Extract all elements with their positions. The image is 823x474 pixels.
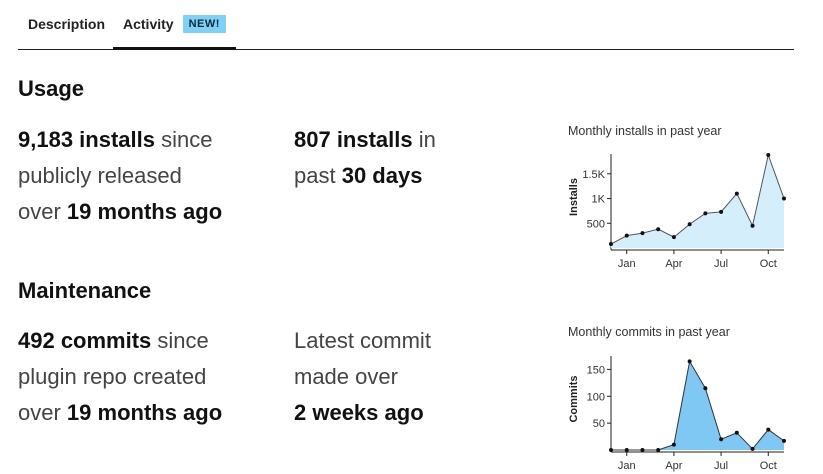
commits-chart-title: Monthly commits in past year (568, 325, 730, 339)
maintenance-since-text: since (157, 328, 209, 353)
y-tick-label: 50 (593, 418, 605, 430)
data-point (671, 235, 676, 240)
tab-activity-label: Activity (123, 16, 174, 32)
data-point (640, 448, 645, 452)
y-tick-label: 500 (587, 218, 605, 230)
x-tick-label: Oct (760, 460, 777, 472)
x-tick-label: Jul (714, 258, 728, 270)
tab-description-label: Description (28, 16, 106, 32)
maintenance-latest-commit-stat: Latest commit made over 2 weeks ago (294, 323, 431, 431)
y-axis-label: Installs (568, 178, 580, 216)
x-tick-label: Apr (665, 460, 682, 472)
tab-description[interactable]: Description (28, 0, 105, 48)
maintenance-over-text: over (18, 400, 61, 425)
usage-since-text: since (161, 127, 213, 152)
data-point (750, 223, 755, 228)
x-tick-label: Jan (618, 460, 636, 472)
data-point (782, 196, 786, 201)
data-point (656, 227, 661, 232)
installs-chart: 500 1K 1.5KInstalls Jan Apr Jul Oct (568, 152, 786, 270)
usage-total-installs-stat: 9,183 installs since publicly released o… (18, 122, 222, 230)
maintenance-repo-created-text: plugin repo created (18, 364, 207, 389)
x-tick-label: Jul (714, 460, 728, 472)
data-point (609, 448, 613, 452)
usage-released-period: 19 months ago (66, 199, 223, 224)
installs-chart-title: Monthly installs in past year (568, 124, 722, 138)
usage-released-text: publicly released (18, 163, 182, 188)
y-tick-label: 1.5K (582, 169, 605, 181)
usage-recent-installs-stat: 807 installs in past 30 days (294, 122, 436, 194)
maintenance-commits-count: 492 commits (18, 328, 152, 353)
latest-commit-text: Latest commit (294, 328, 431, 353)
y-tick-label: 1K (592, 194, 606, 206)
commits-chart: 50 100 150 Commits Jan Apr Jul Oct (568, 356, 786, 472)
usage-over-text: over (18, 199, 61, 224)
data-point (624, 448, 629, 452)
x-tick-label: Apr (665, 258, 682, 270)
tab-bar: Description Activity NEW! (18, 0, 794, 50)
usage-recent-period: 30 days (341, 163, 423, 188)
y-axis-label: Commits (568, 375, 580, 422)
data-point (766, 152, 771, 157)
y-tick-label: 150 (587, 364, 605, 376)
usage-heading: Usage (18, 76, 85, 101)
data-point (624, 233, 629, 238)
data-point (766, 427, 771, 432)
latest-commit-period: 2 weeks ago (294, 400, 424, 425)
data-point (609, 242, 613, 247)
data-point (687, 359, 692, 364)
usage-recent-installs-count: 807 installs (294, 127, 413, 152)
data-point (719, 209, 724, 214)
usage-in-text: in (418, 127, 436, 152)
data-point (703, 386, 708, 391)
x-tick-label: Jan (618, 258, 636, 270)
data-point (671, 442, 676, 447)
data-point (734, 191, 739, 196)
data-point (640, 231, 645, 236)
data-point (782, 438, 786, 443)
data-point (687, 222, 692, 227)
data-point (750, 446, 755, 451)
made-text: made (294, 364, 350, 389)
usage-past-text: past (294, 163, 336, 188)
maintenance-heading: Maintenance (18, 278, 152, 303)
new-badge: NEW! (182, 15, 226, 33)
data-point (734, 430, 739, 435)
y-tick-label: 100 (587, 391, 605, 403)
maintenance-created-period: 19 months ago (66, 400, 223, 425)
maintenance-commits-stat: 492 commits since plugin repo created ov… (18, 323, 222, 431)
x-tick-label: Oct (760, 258, 777, 270)
tab-activity[interactable]: Activity NEW! (113, 0, 236, 50)
data-point (703, 211, 708, 216)
activity-page: Description Activity NEW! Usage 9,183 in… (0, 0, 823, 474)
usage-total-installs-count: 9,183 installs (18, 127, 155, 152)
made-over-text: over (355, 364, 398, 389)
active-tab-indicator (113, 47, 236, 50)
data-point (656, 448, 661, 452)
data-point (719, 437, 724, 442)
